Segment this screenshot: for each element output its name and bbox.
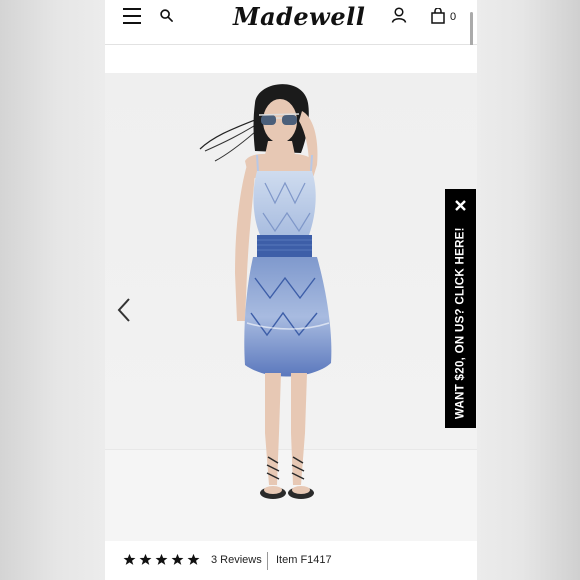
- shopping-bag-icon[interactable]: [431, 8, 445, 24]
- model-photo[interactable]: [105, 73, 477, 542]
- brand-logo[interactable]: Madewell: [233, 2, 365, 36]
- star-icon: [155, 553, 168, 565]
- promo-label[interactable]: WANT $20, ON US? CLICK HERE!: [447, 223, 474, 423]
- item-number: Item F1417: [276, 554, 332, 566]
- divider: [267, 552, 268, 570]
- model-illustration: [199, 84, 332, 499]
- site-header: Madewell 0: [105, 0, 477, 90]
- sub-header-spacer: [105, 45, 477, 73]
- promo-tab[interactable]: WANT $20, ON US? CLICK HERE!: [445, 189, 476, 428]
- bag-count: 0: [450, 11, 457, 23]
- reviews-bar: 3 Reviews Item F1417: [105, 541, 477, 580]
- star-icon: [123, 553, 136, 565]
- star-icon: [171, 553, 184, 565]
- reviews-link[interactable]: 3 Reviews: [211, 554, 262, 566]
- hamburger-icon[interactable]: [123, 8, 141, 24]
- star-rating[interactable]: [123, 553, 200, 567]
- star-icon: [139, 553, 152, 565]
- search-icon[interactable]: [160, 9, 173, 22]
- chevron-left-icon[interactable]: [116, 297, 132, 323]
- star-icon: [187, 553, 200, 565]
- mobile-page: Madewell 0 3 Reviews Item F1417: [105, 0, 477, 580]
- user-icon[interactable]: [391, 7, 407, 23]
- close-icon[interactable]: [454, 199, 467, 212]
